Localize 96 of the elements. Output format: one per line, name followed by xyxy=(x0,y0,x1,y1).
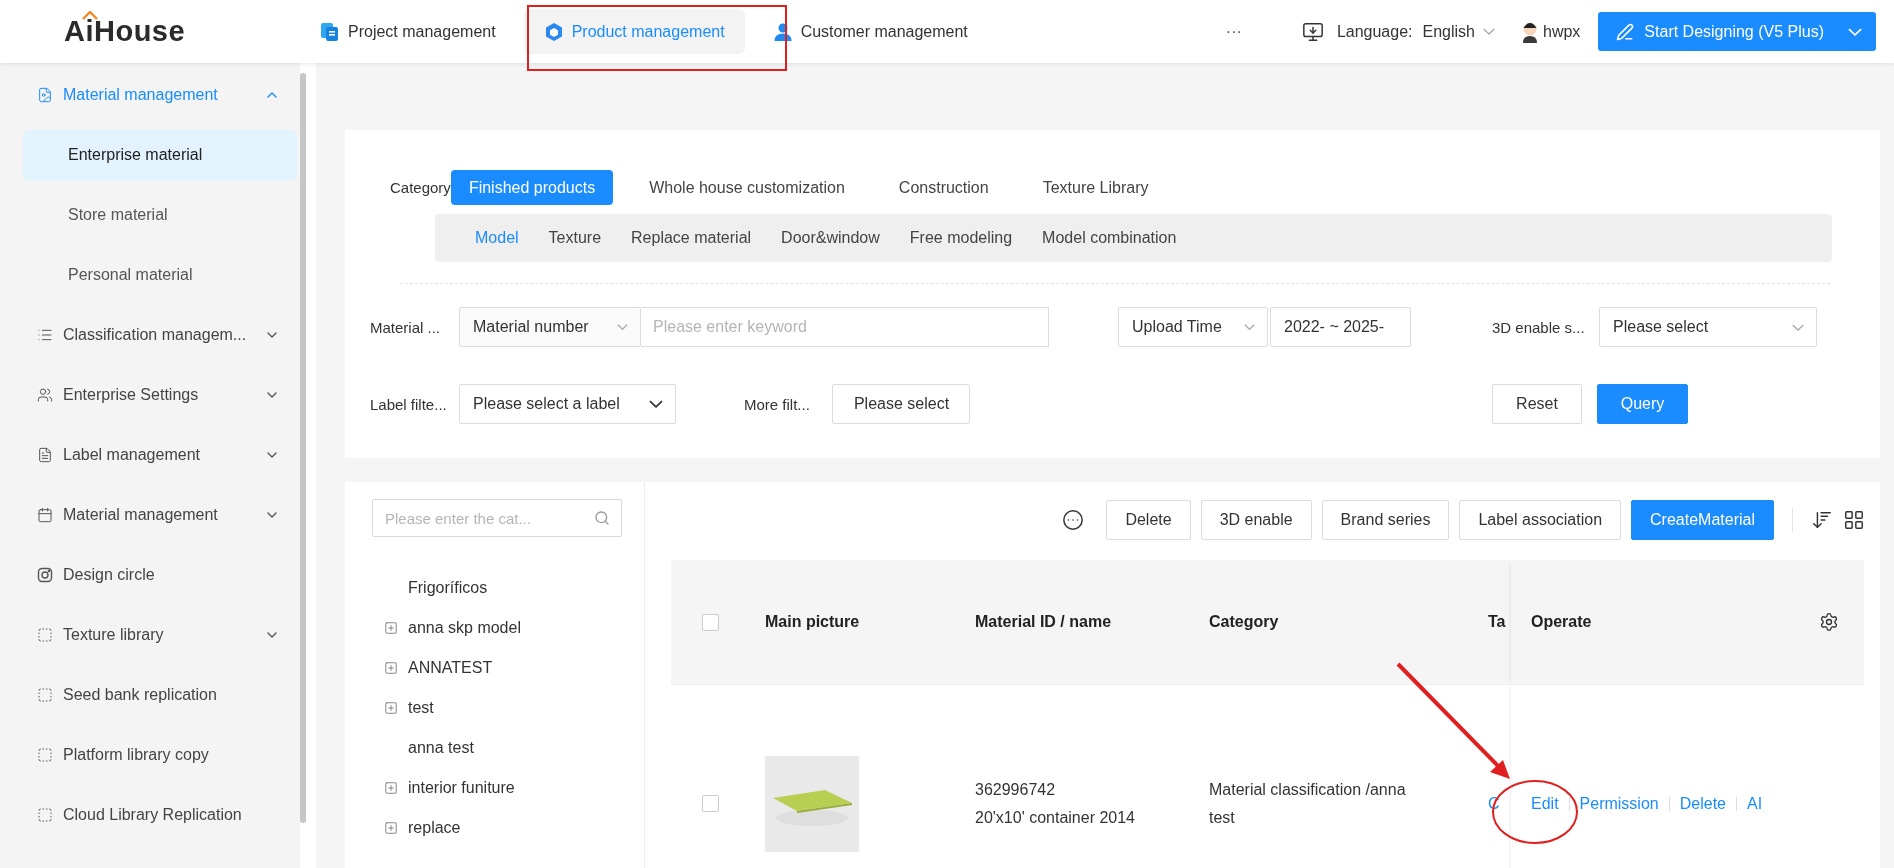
subcategory-tab[interactable]: Replace material xyxy=(616,229,767,247)
toolbar-button[interactable]: Delete xyxy=(1106,500,1191,540)
dashed-square-icon xyxy=(37,627,53,643)
sidebar-item[interactable]: Platform library copy xyxy=(0,729,300,781)
enable-3d-select[interactable]: Please select xyxy=(1599,307,1817,347)
sidebar-item[interactable]: Material management xyxy=(0,489,300,541)
category-label: Category xyxy=(390,179,451,196)
language-label: Language: xyxy=(1336,22,1413,41)
person-icon xyxy=(772,21,793,42)
sidebar-subitem[interactable]: Store material xyxy=(23,189,297,241)
category-tab[interactable]: Construction xyxy=(880,170,1007,205)
dashed-square-icon xyxy=(37,807,53,823)
tree-item[interactable]: test xyxy=(372,688,644,728)
select-all-checkbox[interactable] xyxy=(702,613,719,631)
dashed-square-icon xyxy=(37,747,53,763)
sidebar-item[interactable]: Design circle xyxy=(0,549,300,601)
sidebar-subitem[interactable]: Enterprise material xyxy=(23,129,297,181)
reset-button[interactable]: Reset xyxy=(1492,384,1582,424)
more-menu[interactable]: ··· xyxy=(1225,22,1242,41)
user-name[interactable]: hwpx xyxy=(1543,22,1581,41)
sidebar-item[interactable]: Label management xyxy=(0,429,300,481)
search-icon xyxy=(594,510,610,526)
avatar-icon xyxy=(1521,20,1539,43)
roof-icon xyxy=(82,11,98,20)
sort-icon[interactable] xyxy=(1811,509,1833,531)
search-type-select[interactable]: Material number xyxy=(459,307,641,347)
more-options-icon[interactable] xyxy=(1062,509,1085,531)
column-header: Operate xyxy=(1511,560,1864,684)
subcategory-tab[interactable]: Model combination xyxy=(1027,229,1192,247)
label-select[interactable]: Please select a label xyxy=(459,384,676,424)
more-filters-select[interactable]: Please select xyxy=(832,384,970,424)
expand-icon[interactable] xyxy=(384,661,398,675)
document-image-icon xyxy=(37,87,53,103)
category-search-field[interactable]: Please enter the cat... xyxy=(372,499,622,537)
column-header: Category xyxy=(1209,560,1488,684)
expand-icon[interactable] xyxy=(384,621,398,635)
filter-label: Label filte... xyxy=(370,395,448,413)
tree-item[interactable]: anna test xyxy=(372,728,644,768)
nav-tab[interactable]: Project management xyxy=(300,9,516,54)
toolbar-button[interactable]: Label association xyxy=(1459,500,1622,540)
monitor-download-icon[interactable] xyxy=(1301,20,1324,43)
dashed-square-icon xyxy=(37,687,53,703)
filter-label: Material ... xyxy=(370,318,442,336)
grid-view-icon[interactable] xyxy=(1843,509,1865,531)
chevron-down-icon xyxy=(1244,324,1255,330)
sidebar-item[interactable]: Enterprise Settings xyxy=(0,369,300,421)
filter-label: 3D enable s... xyxy=(1492,318,1586,336)
chevron-down-icon xyxy=(617,324,628,330)
tree-item[interactable]: replace xyxy=(372,808,644,848)
chevron-down-icon xyxy=(1792,323,1804,331)
sidebar-item[interactable]: Cloud Library Replication xyxy=(0,789,300,841)
subcategory-tab[interactable]: Texture xyxy=(533,229,617,247)
expand-icon[interactable] xyxy=(384,821,398,835)
column-header: Main picture xyxy=(765,560,975,684)
tree-item[interactable]: Frigoríficos xyxy=(372,568,644,608)
calendar-icon xyxy=(37,507,53,523)
list-icon xyxy=(37,327,53,343)
expand-icon[interactable] xyxy=(384,781,398,795)
time-type-select[interactable]: Upload Time xyxy=(1118,307,1268,347)
subcategory-tab[interactable]: Free modeling xyxy=(894,229,1028,247)
category-tab[interactable]: Texture Library xyxy=(1024,170,1167,205)
language-select[interactable]: English xyxy=(1422,22,1475,41)
table-cell-text: Material classification /anna test xyxy=(1209,779,1407,828)
chevron-down-icon xyxy=(649,400,663,408)
tree-item[interactable]: ANNATEST xyxy=(372,648,644,688)
toolbar-button[interactable]: Brand series xyxy=(1321,500,1450,540)
tree-item[interactable]: interior funiture xyxy=(372,768,644,808)
material-id: 362996742 xyxy=(975,779,1057,800)
subcategory-tab[interactable]: Door&window xyxy=(766,229,895,247)
column-header: Material ID / name xyxy=(975,560,1209,684)
settings-icon[interactable] xyxy=(1819,612,1839,632)
nav-tab[interactable]: Customer management xyxy=(752,9,988,54)
camera-icon xyxy=(37,567,53,583)
brand-logo: AiHouse xyxy=(64,15,186,48)
expand-icon[interactable] xyxy=(384,701,398,715)
chevron-down-icon xyxy=(1483,28,1495,35)
filter-label: More filt... xyxy=(744,395,811,413)
document-icon xyxy=(37,447,53,463)
material-name: 20'x10' container 2014 xyxy=(975,807,1136,828)
users-icon xyxy=(37,387,53,403)
column-header: Ta xyxy=(1488,560,1511,684)
keyword-input[interactable]: Please enter keyword xyxy=(641,307,1049,347)
toolbar-button[interactable]: 3D enable xyxy=(1200,500,1312,540)
hexagon-icon xyxy=(543,21,564,42)
sidebar-item[interactable]: Seed bank replication xyxy=(0,669,300,721)
document-icon xyxy=(320,21,340,42)
scrollbar-thumb[interactable] xyxy=(300,73,306,823)
pen-icon xyxy=(1616,22,1635,41)
chevron-down-icon xyxy=(1848,27,1862,36)
date-range-field[interactable]: 2022- ~ 2025- xyxy=(1270,307,1411,347)
sidebar-subitem[interactable]: Personal material xyxy=(23,249,297,301)
category-tab[interactable]: Whole house customization xyxy=(631,170,863,205)
row-checkbox[interactable] xyxy=(702,795,719,812)
sidebar-item[interactable]: Texture library xyxy=(0,609,300,661)
tree-item[interactable]: anna skp model xyxy=(372,608,644,648)
sidebar-item[interactable]: Classification managem... xyxy=(0,309,300,361)
